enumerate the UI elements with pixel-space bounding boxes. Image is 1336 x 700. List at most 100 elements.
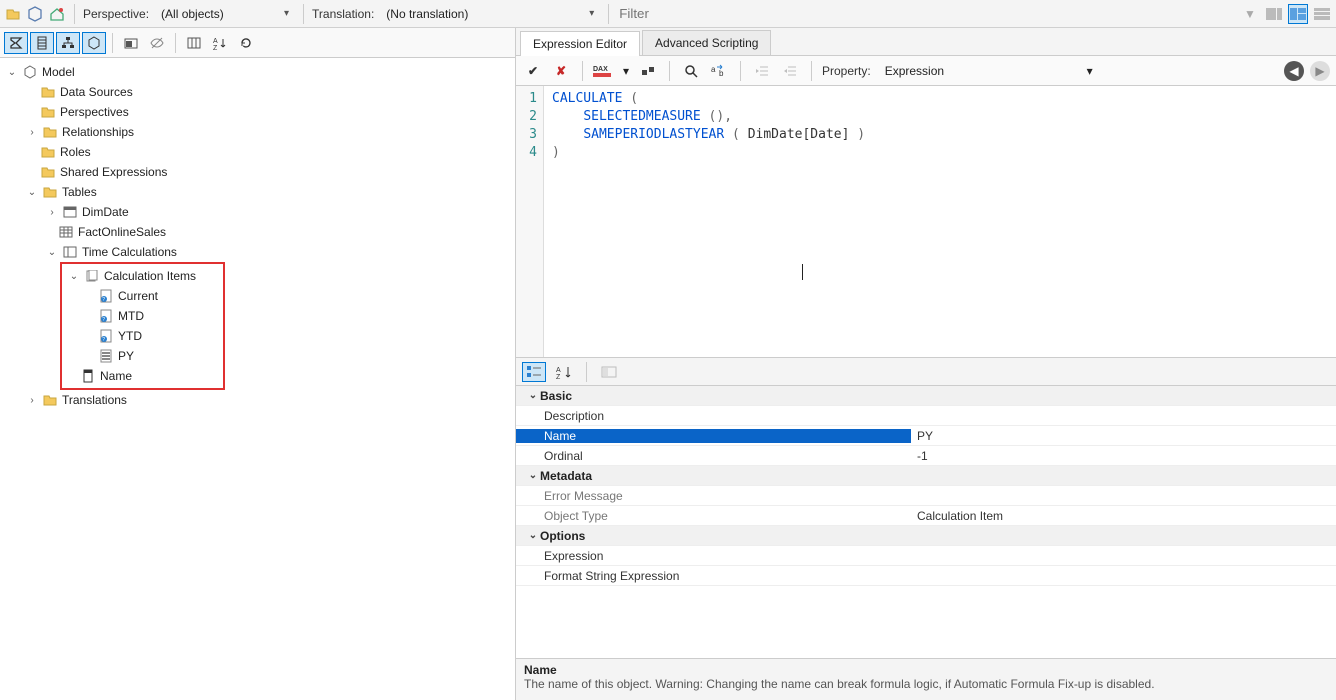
tree-node-ci-py[interactable]: PY [62,346,223,366]
tree-node-dimdate[interactable]: › DimDate [0,202,515,222]
open-icon[interactable] [4,5,22,23]
format-dax-button[interactable]: DAX [593,61,615,81]
pg-category-basic[interactable]: ⌄ Basic [516,386,1336,406]
code-editor[interactable]: 1234 CALCULATE ( SELECTEDMEASURE (), SAM… [516,86,1336,358]
pg-row-errormsg[interactable]: Error Message [516,486,1336,506]
hierarchy-button[interactable] [56,32,80,54]
indent-button[interactable] [751,61,773,81]
tree-node-ci-current[interactable]: ? Current [62,286,223,306]
layout1-icon[interactable] [1264,4,1284,24]
tree-label: PY [118,349,134,363]
pg-val[interactable]: -1 [911,449,1336,463]
cube-icon [22,64,38,80]
column-button[interactable] [30,32,54,54]
tree-node-ci-mtd[interactable]: ? MTD [62,306,223,326]
expand-icon[interactable]: › [46,207,58,218]
home-icon[interactable] [48,5,66,23]
property-dropdown[interactable]: Expression ▾ [879,61,1099,81]
layout3-icon[interactable] [1312,4,1332,24]
categorized-button[interactable] [522,362,546,382]
property-value: Expression [885,64,1081,78]
tree-node-calcitems[interactable]: ⌄ Calculation Items [62,266,223,286]
collapse-icon[interactable]: ⌄ [526,390,540,401]
pg-row-expression[interactable]: Expression [516,546,1336,566]
tree-node-datasources[interactable]: Data Sources [0,82,515,102]
folder-icon [42,184,58,200]
pg-key: Format String Expression [516,569,911,583]
pg-key: Ordinal [516,449,911,463]
svg-text:?: ? [102,297,105,303]
layout2-icon[interactable] [1288,4,1308,24]
tree-node-roles[interactable]: Roles [0,142,515,162]
format-dropdown[interactable]: ▾ [621,61,631,81]
tree-node-translations[interactable]: › Translations [0,390,515,410]
tree-node-tables[interactable]: ⌄ Tables [0,182,515,202]
collapse-icon[interactable]: ⌄ [68,271,80,282]
filter-input[interactable] [617,4,817,24]
tree-node-sharedexpr[interactable]: Shared Expressions [0,162,515,182]
refresh-button[interactable] [234,32,258,54]
display-folders-button[interactable] [119,32,143,54]
tree-node-model[interactable]: ⌄ Model [0,62,515,82]
tree-label: Time Calculations [82,245,177,259]
expand-icon[interactable]: › [26,395,38,406]
accept-button[interactable]: ✔ [522,61,544,81]
property-grid[interactable]: ⌄ Basic Description Name PY Ordinal -1 ⌄… [516,386,1336,658]
pg-category-metadata[interactable]: ⌄ Metadata [516,466,1336,486]
sigma-button[interactable] [4,32,28,54]
description-panel: Name The name of this object. Warning: C… [516,658,1336,700]
find-button[interactable] [680,61,702,81]
tree-node-ci-ytd[interactable]: ? YTD [62,326,223,346]
tree-view[interactable]: ⌄ Model Data Sources Perspectives › Rela… [0,58,515,700]
pg-row-ordinal[interactable]: Ordinal -1 [516,446,1336,466]
collapse-icon[interactable]: ⌄ [46,247,58,258]
tree-node-perspectives[interactable]: Perspectives [0,102,515,122]
model-explorer: AZ ⌄ Model Data Sources Perspectives › [0,28,516,700]
collapse-icon[interactable]: ⌄ [526,530,540,541]
pg-val[interactable]: PY [911,429,1336,443]
tab-advanced-scripting[interactable]: Advanced Scripting [642,30,771,55]
editor-tabs: Expression Editor Advanced Scripting [516,28,1336,56]
grid-button[interactable] [182,32,206,54]
cube-icon[interactable] [26,5,44,23]
tab-expression-editor[interactable]: Expression Editor [520,31,640,56]
separator [175,33,176,53]
comment-button[interactable] [637,61,659,81]
pg-row-objtype[interactable]: Object Type Calculation Item [516,506,1336,526]
tree-label: Current [118,289,158,303]
expand-icon[interactable]: › [26,127,38,138]
alphabetical-button[interactable]: AZ [552,362,576,382]
nav-forward-button[interactable]: ▶ [1310,61,1330,81]
pg-row-name[interactable]: Name PY [516,426,1336,446]
perspective-dropdown[interactable]: (All objects) ▾ [155,4,295,24]
code-area[interactable]: CALCULATE ( SELECTEDMEASURE (), SAMEPERI… [544,86,1336,357]
folder-icon [42,124,58,140]
hidden-button[interactable] [145,32,169,54]
replace-button[interactable]: ab [708,61,730,81]
sort-button[interactable]: AZ [208,32,232,54]
collapse-icon[interactable]: ⌄ [6,67,18,78]
filter-icon[interactable]: ▼ [1240,4,1260,24]
pg-row-description[interactable]: Description [516,406,1336,426]
tree-node-namecol[interactable]: Name [62,366,223,386]
collapse-icon[interactable]: ⌄ [526,470,540,481]
cube-view-button[interactable] [82,32,106,54]
tree-node-timecalc[interactable]: ⌄ Time Calculations [0,242,515,262]
translation-dropdown[interactable]: (No translation) ▾ [380,4,600,24]
text-caret [802,264,803,280]
cancel-button[interactable]: ✘ [550,61,572,81]
collapse-icon[interactable]: ⌄ [26,187,38,198]
tree-node-factonlinesales[interactable]: FactOnlineSales [0,222,515,242]
tree-label: Name [100,369,132,383]
property-pages-button[interactable] [597,362,621,382]
tree-node-relationships[interactable]: › Relationships [0,122,515,142]
nav-back-button[interactable]: ◀ [1284,61,1304,81]
pg-category-options[interactable]: ⌄ Options [516,526,1336,546]
kw-calculate: CALCULATE [552,91,622,106]
tree-label: Roles [60,145,91,159]
kw-sameperiodlastyear: SAMEPERIODLASTYEAR [583,127,724,142]
pg-row-formatstring[interactable]: Format String Expression [516,566,1336,586]
property-grid-toolbar: AZ [516,358,1336,386]
outdent-button[interactable] [779,61,801,81]
main-toolbar: Perspective: (All objects) ▾ Translation… [0,0,1336,28]
